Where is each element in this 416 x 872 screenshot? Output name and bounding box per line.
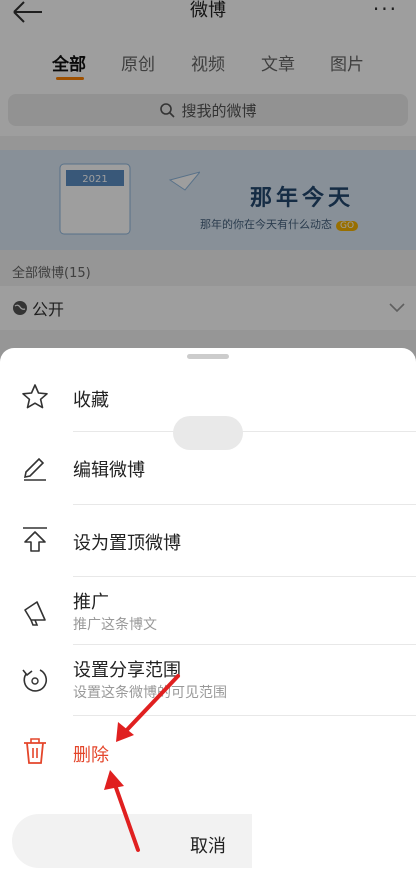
divider [73,644,416,645]
megaphone-icon [24,601,46,626]
promote-label: 推广 [73,592,109,613]
share-scope-icon [22,669,48,692]
delete-option[interactable]: 删除 [0,720,416,784]
favorite-label: 收藏 [73,390,109,411]
divider [73,715,416,716]
loading-toast [173,416,243,450]
share-scope-label: 设置分享范围 [73,660,181,681]
divider [73,576,416,577]
pin-top-icon [23,527,47,552]
cancel-label: 取消 [190,836,226,857]
trash-icon [24,738,46,764]
divider [73,431,416,432]
pin-top-option[interactable]: 设为置顶微博 [0,508,416,572]
sheet-drag-handle[interactable] [187,354,229,359]
pencil-icon [23,457,46,481]
edit-post-label: 编辑微博 [73,460,145,481]
action-sheet: 收藏 编辑微博 设为置顶微博 推广 推广这条博文 设置分享范围 设置这条微博的可… [0,348,416,872]
promote-sublabel: 推广这条博文 [73,617,157,633]
delete-label: 删除 [73,745,109,766]
pin-top-label: 设为置顶微博 [73,533,181,554]
share-scope-option[interactable]: 设置分享范围 设置这条微博的可见范围 [0,648,416,712]
promote-option[interactable]: 推广 推广这条博文 [0,580,416,644]
divider [73,504,416,505]
share-scope-sublabel: 设置这条微博的可见范围 [73,685,227,701]
star-icon [22,384,48,409]
